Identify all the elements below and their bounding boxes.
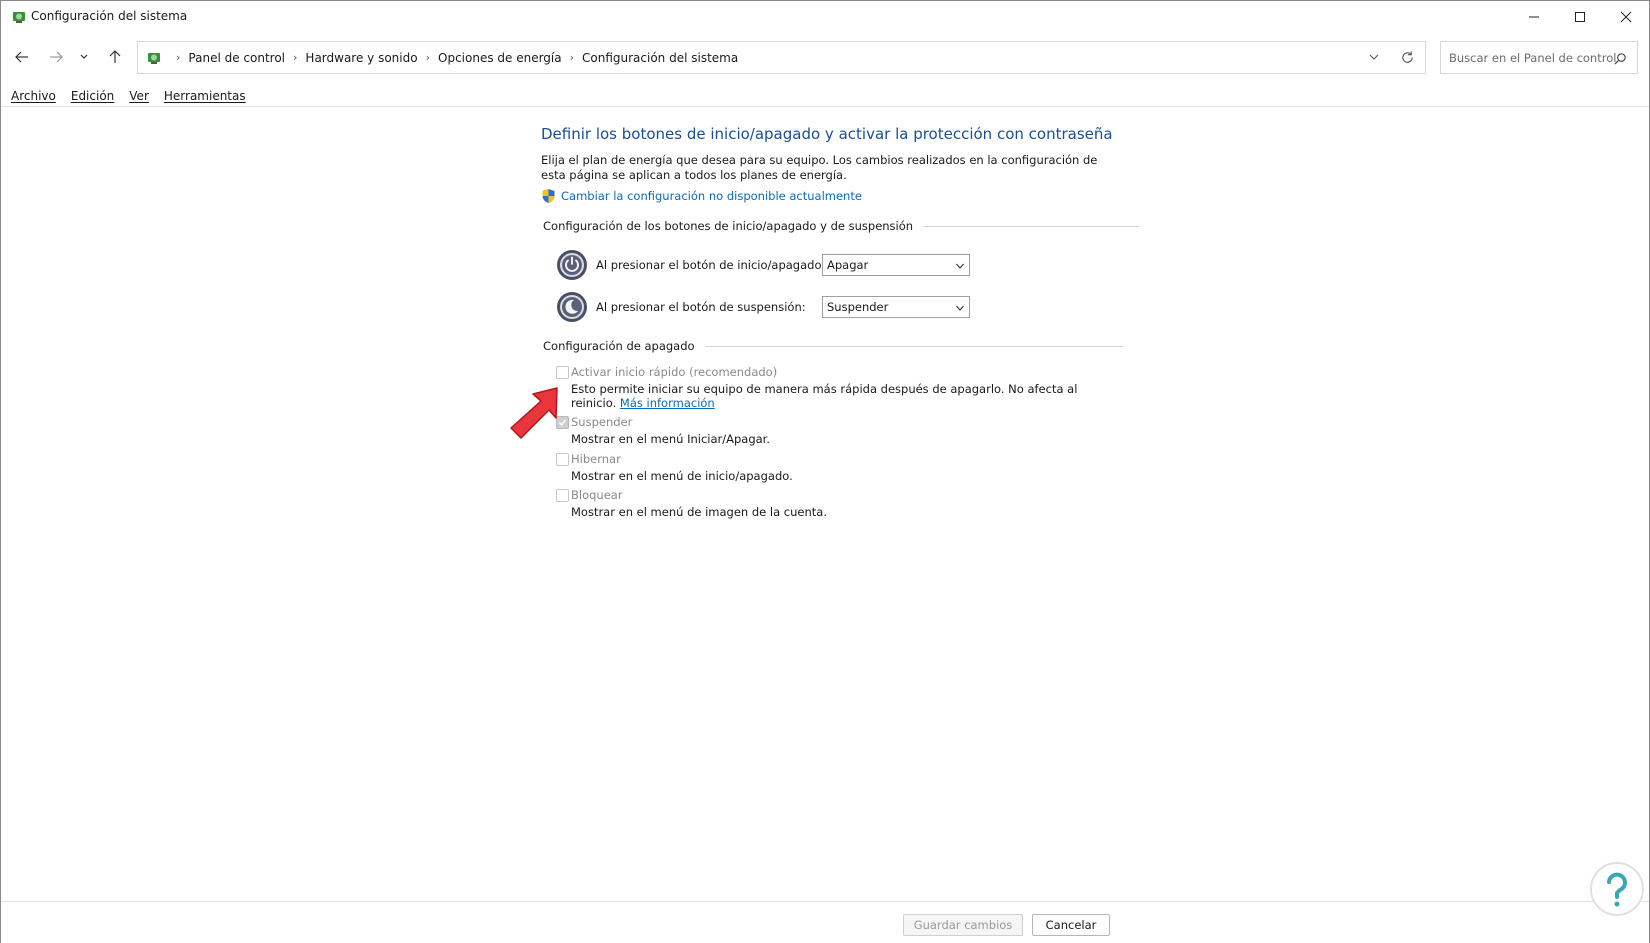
page-title: Definir los botones de inicio/apagado y … (541, 125, 1113, 143)
section-power-buttons-title: Configuración de los botones de inicio/a… (543, 219, 914, 233)
address-bar[interactable]: › Panel de control › Hardware y sonido ›… (137, 41, 1426, 74)
option-fast-startup: Activar inicio rápido (recomendado) Esto… (556, 365, 1091, 410)
breadcrumb-control-panel[interactable]: Panel de control (188, 51, 285, 65)
intro-text: Elija el plan de energía que desea para … (541, 153, 1098, 182)
control-panel-icon (148, 53, 160, 64)
menu-view[interactable]: Ver (129, 89, 149, 103)
menu-tools[interactable]: Herramientas (164, 89, 246, 103)
lock-description: Mostrar en el menú de imagen de la cuent… (571, 505, 827, 519)
search-placeholder: Buscar en el Panel de control (1449, 51, 1617, 65)
control-panel-window: Configuración del sistema › Panel de con… (0, 0, 1650, 943)
breadcrumb-separator-icon[interactable]: › (293, 51, 297, 64)
hibernate-checkbox[interactable] (556, 452, 569, 466)
section-divider (704, 345, 1123, 347)
maximize-icon (1575, 11, 1585, 22)
power-button-label: Al presionar el botón de inicio/apagado: (596, 258, 826, 272)
breadcrumb-system-settings[interactable]: Configuración del sistema (582, 51, 738, 65)
power-button-select-value: Apagar (827, 258, 869, 272)
shield-icon (542, 189, 555, 203)
arrow-up-icon (109, 50, 121, 63)
lock-checkbox[interactable] (556, 488, 569, 502)
section-shutdown-title: Configuración de apagado (543, 339, 695, 353)
option-hibernate: Hibernar Mostrar en el menú de inicio/ap… (556, 452, 1091, 483)
section-shutdown-heading: Configuración de apagado (543, 339, 1123, 353)
section-power-buttons-heading: Configuración de los botones de inicio/a… (543, 219, 1140, 233)
annotation-arrow-icon (510, 387, 558, 439)
search-input[interactable]: Buscar en el Panel de control (1440, 41, 1638, 74)
minimize-button[interactable] (1511, 1, 1557, 32)
close-icon (1620, 11, 1632, 22)
sleep-button-select[interactable]: Suspender (822, 296, 970, 318)
title-bar: Configuración del sistema (1, 1, 1649, 32)
back-button[interactable] (11, 46, 33, 68)
power-button-select[interactable]: Apagar (822, 254, 970, 276)
menu-file[interactable]: Archivo (11, 89, 56, 103)
close-button[interactable] (1603, 1, 1649, 32)
breadcrumb-separator-icon[interactable]: › (176, 51, 180, 64)
sleep-button-row: Al presionar el botón de suspensión: Sus… (556, 291, 970, 323)
sleep-button-label: Al presionar el botón de suspensión: (596, 300, 806, 314)
footer-bar: Guardar cambios Cancelar (1, 901, 1649, 943)
chevron-down-icon (80, 54, 88, 59)
option-sleep: Suspender Mostrar en el menú Iniciar/Apa… (556, 415, 1091, 446)
power-button-row: Al presionar el botón de inicio/apagado:… (556, 249, 970, 281)
search-icon (1614, 53, 1626, 65)
navigation-bar: › Panel de control › Hardware y sonido ›… (1, 38, 1649, 78)
fast-startup-checkbox[interactable] (556, 365, 569, 379)
breadcrumb-hardware-sound[interactable]: Hardware y sonido (305, 51, 417, 65)
breadcrumb: › Panel de control › Hardware y sonido ›… (168, 42, 738, 73)
minimize-icon (1529, 16, 1539, 17)
arrow-left-icon (15, 51, 28, 63)
hibernate-label: Hibernar (571, 452, 621, 466)
change-settings-link[interactable]: Cambiar la configuración no disponible a… (541, 188, 862, 204)
cancel-button[interactable]: Cancelar (1032, 914, 1110, 936)
fast-startup-description: Esto permite iniciar su equipo de manera… (571, 382, 1091, 410)
section-divider (923, 225, 1140, 227)
help-badge-icon (1590, 862, 1644, 916)
breadcrumb-separator-icon[interactable]: › (570, 51, 574, 64)
lock-label: Bloquear (571, 488, 623, 502)
chevron-down-icon (956, 263, 964, 269)
hibernate-description: Mostrar en el menú de inicio/apagado. (571, 469, 793, 483)
chevron-down-icon[interactable] (1367, 50, 1381, 64)
arrow-right-icon (50, 51, 63, 63)
more-info-link[interactable]: Más información (620, 396, 715, 410)
refresh-icon[interactable] (1400, 50, 1415, 65)
power-icon (557, 250, 587, 280)
up-button[interactable] (104, 46, 126, 68)
chevron-down-icon (956, 305, 964, 311)
menu-edit[interactable]: Edición (71, 89, 114, 103)
change-settings-link-text[interactable]: Cambiar la configuración no disponible a… (561, 189, 862, 203)
window-title: Configuración del sistema (31, 9, 188, 23)
fast-startup-label: Activar inicio rápido (recomendado) (571, 365, 778, 379)
sleep-moon-icon (557, 292, 587, 322)
breadcrumb-separator-icon[interactable]: › (426, 51, 430, 64)
sleep-description: Mostrar en el menú Iniciar/Apagar. (571, 432, 771, 446)
option-lock: Bloquear Mostrar en el menú de imagen de… (556, 488, 1091, 519)
breadcrumb-power-options[interactable]: Opciones de energía (438, 51, 562, 65)
sleep-label: Suspender (571, 415, 633, 429)
forward-button[interactable] (45, 46, 67, 68)
save-changes-button[interactable]: Guardar cambios (903, 914, 1023, 936)
recent-locations-button[interactable] (76, 46, 92, 68)
sleep-button-select-value: Suspender (827, 300, 889, 314)
maximize-button[interactable] (1557, 1, 1603, 32)
control-panel-icon (13, 12, 25, 23)
menu-bar: Archivo Edición Ver Herramientas (1, 85, 1649, 107)
